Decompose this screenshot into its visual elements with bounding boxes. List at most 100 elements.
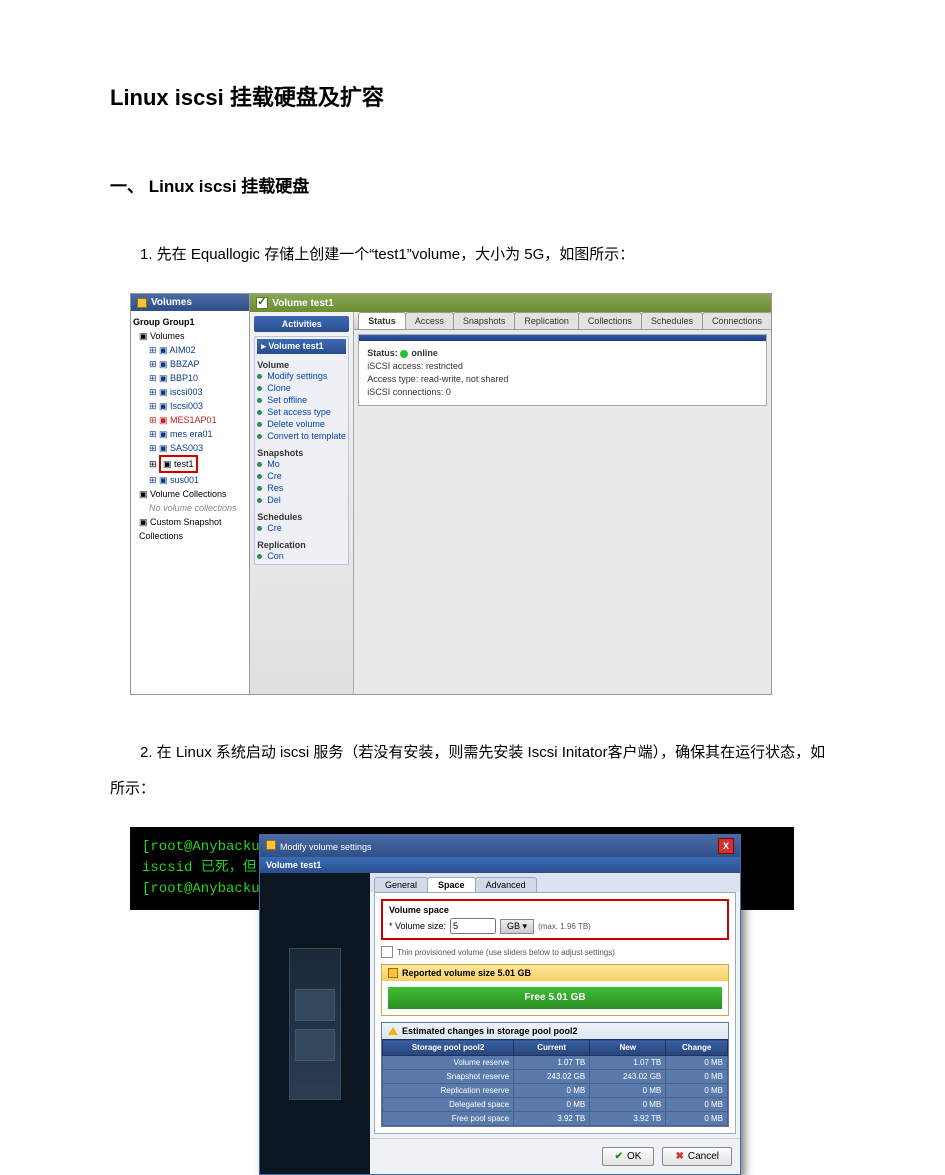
table-cell: 0 MB [514,1098,590,1112]
tree-volume-item[interactable]: ⊞ ▣ iscsi003 [133,385,247,399]
volume-tab[interactable]: Access [405,312,454,329]
table-cell: 0 MB [666,1084,728,1098]
dialog-content: Volume space * Volume size: GB ▾ (max. 1… [374,892,736,1134]
volume-tab[interactable]: Schedules [641,312,703,329]
table-cell: 243.02 GB [514,1070,590,1084]
dialog-close-button[interactable]: X [718,838,734,854]
tree-volume-item[interactable]: ⊞ ▣ mes era01 [133,427,247,441]
tree-volume-item[interactable]: ⊞ ▣ AIM02 [133,343,247,357]
volumes-panel-header: Volumes [131,294,249,311]
reported-icon [388,968,398,978]
volume-space-label: Volume space [389,905,721,915]
volume-tab[interactable]: Replication [514,312,579,329]
volume-tab[interactable]: Status [358,312,406,329]
dialog-tab[interactable]: General [374,877,428,892]
dialog-tab[interactable]: Advanced [475,877,537,892]
tree-volume-item[interactable]: ⊞ ▣ Iscsi003 [133,399,247,413]
status-online-icon [400,350,408,358]
tree-volumes-folder[interactable]: ▣ Volumes [133,329,247,343]
modify-volume-dialog: Modify volume settings X Volume test1 Ge… [259,834,741,1175]
dialog-icon [266,840,276,850]
volume-detail-title: Volume test1 [272,298,334,309]
estimated-changes-table: Storage pool pool2CurrentNewChange Volum… [382,1039,728,1126]
activity-link[interactable]: Set access type [257,406,346,418]
activity-link[interactable]: Mo [257,458,346,470]
tree-group[interactable]: Group Group1 [133,315,247,329]
table-cell: Replication reserve [383,1084,514,1098]
activity-link[interactable]: Delete volume [257,418,346,430]
table-cell: Free pool space [383,1112,514,1126]
act-section-replication: Replication [257,540,346,550]
act-section-schedules: Schedules [257,512,346,522]
table-row: Delegated space0 MB0 MB0 MB [383,1098,728,1112]
activity-link[interactable]: Modify settings [257,370,346,382]
volume-main-area: StatusAccessSnapshotsReplicationCollecti… [354,312,771,694]
table-cell: 0 MB [514,1084,590,1098]
table-cell: 0 MB [666,1098,728,1112]
activity-link[interactable]: Convert to template [257,430,346,442]
tree-volume-item[interactable]: ⊞ ▣ SAS003 [133,441,247,455]
tree-volume-item[interactable]: ⊞ ▣ sus001 [133,473,247,487]
ok-button[interactable]: ✔OK [602,1147,655,1166]
activity-link[interactable]: Cre [257,470,346,482]
volume-detail-panel: Volume test1 Activities ▸ Volume test1 V… [250,294,771,694]
reported-size-label: Reported volume size 5.01 GB [402,968,531,978]
volumes-tree: Group Group1 ▣ Volumes ⊞ ▣ AIM02⊞ ▣ BBZA… [131,311,249,694]
activity-link[interactable]: Del [257,494,346,506]
table-header: Storage pool pool2 [383,1040,514,1056]
table-cell: 0 MB [666,1112,728,1126]
table-row: Volume reserve1.07 TB1.07 TB0 MB [383,1056,728,1070]
table-header: Current [514,1040,590,1056]
activity-link[interactable]: Res [257,482,346,494]
activities-box: ▸ Volume test1 Volume Modify settingsClo… [254,336,349,565]
step-1-text: 1. 先在 Equallogic 存储上创建一个“test1”volume，大小… [110,237,835,273]
table-cell: Snapshot reserve [383,1070,514,1084]
thin-provision-checkbox[interactable] [381,946,393,958]
act-section-snapshots: Snapshots [257,448,346,458]
dialog-illustration [260,873,370,1174]
estimated-changes-panel: Estimated changes in storage pool pool2 … [381,1022,729,1127]
tree-volume-item[interactable]: ⊞ ▣ BBP10 [133,371,247,385]
volumes-panel-title: Volumes [151,297,192,308]
tree-volume-item[interactable]: ⊞ ▣ MES1AP01 [133,413,247,427]
tree-volume-item-selected[interactable]: ⊞ ▣ test1 [133,455,247,473]
table-header: Change [666,1040,728,1056]
table-cell: 1.07 TB [590,1056,666,1070]
activity-link[interactable]: Set offline [257,394,346,406]
volume-size-max: (max. 1.96 TB) [538,922,591,931]
activities-panel: Activities ▸ Volume test1 Volume Modify … [250,312,354,694]
activity-link[interactable]: Cre [257,522,346,534]
tree-volume-item[interactable]: ⊞ ▣ BBZAP [133,357,247,371]
dialog-tab[interactable]: Space [427,877,476,892]
rack-icon [289,948,341,1100]
thin-provision-row[interactable]: Thin provisioned volume (use sliders bel… [381,946,729,958]
table-header: New [590,1040,666,1056]
tree-volume-collections[interactable]: ▣ Volume Collections [133,487,247,501]
reported-size-panel: Reported volume size 5.01 GB Free 5.01 G… [381,964,729,1016]
document-title: Linux iscsi 挂载硬盘及扩容 [110,80,835,112]
volume-tab[interactable]: Connections [702,312,772,329]
cancel-icon: ✖ [675,1151,683,1162]
volume-tab[interactable]: Snapshots [453,312,516,329]
status-access-type: Access type: read-write, not shared [367,373,758,386]
activity-link[interactable]: Con [257,550,346,562]
volume-tab[interactable]: Collections [578,312,642,329]
free-space-bar: Free 5.01 GB [388,987,722,1009]
tree-snapshot-collections[interactable]: ▣ Custom Snapshot Collections [133,515,247,543]
table-row: Snapshot reserve243.02 GB243.02 GB0 MB [383,1070,728,1084]
dialog-tabs: GeneralSpaceAdvanced [370,873,740,892]
status-iscsi-access: iSCSI access: restricted [367,360,758,373]
table-cell: 3.92 TB [514,1112,590,1126]
activities-header: Activities [254,316,349,332]
warning-icon [388,1027,398,1035]
table-row: Free pool space3.92 TB3.92 TB0 MB [383,1112,728,1126]
ok-icon: ✔ [615,1151,623,1162]
volume-detail-header: Volume test1 [250,294,771,312]
thin-provision-label: Thin provisioned volume (use sliders bel… [397,948,615,957]
dialog-title: Modify volume settings [280,842,372,852]
activity-link[interactable]: Clone [257,382,346,394]
estimated-changes-label: Estimated changes in storage pool pool2 [402,1026,578,1036]
cancel-button[interactable]: ✖Cancel [662,1147,732,1166]
volume-size-unit-dropdown[interactable]: GB ▾ [500,919,534,934]
volume-size-input[interactable] [450,918,496,934]
